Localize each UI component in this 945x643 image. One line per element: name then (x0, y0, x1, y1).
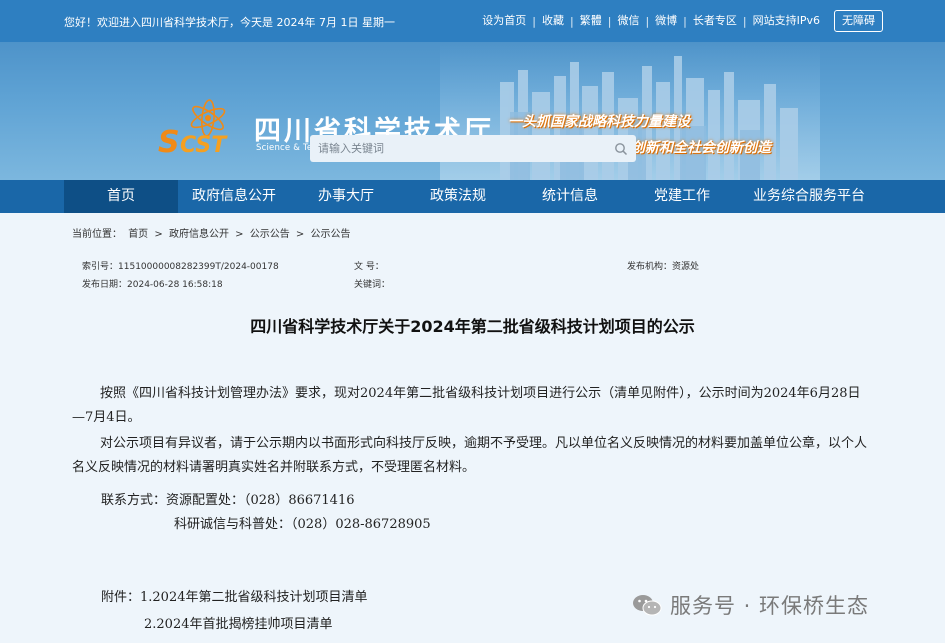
breadcrumb-home[interactable]: 首页 (128, 229, 148, 240)
link-separator: | (645, 14, 650, 28)
meta-org: 发布机构：资源处 (627, 259, 699, 272)
meta-index-label: 索引号： (82, 262, 119, 272)
meta-date-value: 2024-06-28 16:58:18 (127, 280, 223, 290)
attachment-item-1[interactable]: 附件：1.2024年第二批省级科技计划项目清单 (101, 586, 368, 605)
contact-line-1: 联系方式：资源配置处：（028）86671416 (101, 493, 355, 508)
accessibility-button[interactable]: 无障碍 (834, 10, 883, 32)
breadcrumb-sep: > (295, 229, 305, 240)
document-paragraph-1: 按照《四川省科技计划管理办法》要求，现对2024年第二批省级科技计划项目进行公示… (72, 386, 861, 425)
search-icon[interactable] (614, 142, 628, 156)
nav-item-home[interactable]: 首页 (64, 180, 178, 213)
meta-index: 索引号：11510000008282399T/2024-00178 (82, 259, 279, 272)
top-bar: 您好！欢迎进入四川省科学技术厅，今天是 2024年 7月 1日 星期一 设为首页… (0, 0, 945, 42)
breadcrumb-notice[interactable]: 公示公告 (250, 229, 290, 240)
svg-text:S: S (158, 125, 180, 158)
meta-date: 发布日期：2024-06-28 16:58:18 (82, 277, 223, 290)
link-separator: | (607, 14, 612, 28)
svg-text:CST: CST (180, 133, 228, 158)
nav-item-service-hall[interactable]: 办事大厅 (290, 180, 402, 213)
nav-item-service-platform[interactable]: 业务综合服务平台 (738, 180, 880, 213)
link-weibo[interactable]: 微博 (649, 10, 683, 32)
breadcrumb-sep: > (154, 229, 163, 240)
link-elderly[interactable]: 长者专区 (687, 10, 743, 32)
link-separator: | (570, 14, 574, 28)
welcome-text: 您好！欢迎进入四川省科学技术厅，今天是 2024年 7月 1日 星期一 (64, 16, 395, 29)
meta-org-value: 资源处 (672, 262, 700, 272)
top-links: 设为首页 | 收藏 | 繁體 | 微信 | 微博 | 长者专区 | 网站支持IP… (476, 10, 883, 32)
link-separator: | (742, 14, 747, 28)
nav-item-statistics[interactable]: 统计信息 (514, 180, 626, 213)
search-input[interactable] (310, 135, 600, 162)
meta-keywords-label: 关键词： (354, 280, 391, 290)
nav-item-party[interactable]: 党建工作 (626, 180, 738, 213)
meta-keywords: 关键词： (354, 277, 390, 290)
link-ipv6[interactable]: 网站支持IPv6 (747, 10, 826, 32)
contact-line-2: 科研诚信与科普处：（028）028-86728905 (174, 517, 431, 532)
link-favorite[interactable]: 收藏 (536, 10, 570, 32)
meta-docno-label: 文 号： (354, 262, 384, 272)
nav-item-policy[interactable]: 政策法规 (402, 180, 514, 213)
meta-org-label: 发布机构： (627, 262, 673, 272)
link-wechat[interactable]: 微信 (611, 10, 645, 32)
link-separator: | (683, 14, 687, 28)
link-separator: | (532, 14, 537, 28)
link-traditional[interactable]: 繁體 (574, 10, 608, 32)
breadcrumb-label: 当前位置： (72, 229, 122, 240)
breadcrumb-notice-current[interactable]: 公示公告 (310, 229, 350, 240)
watermark-text: 服务号 · 环保桥生态 (670, 594, 870, 618)
search-box (310, 135, 636, 162)
nav-item-gov-info[interactable]: 政府信息公开 (178, 180, 290, 213)
document-paragraph-2: 对公示项目有异议者，请于公示期内以书面形式向科技厅反映，逾期不予受理。凡以单位名… (72, 436, 868, 475)
main-nav: 首页 政府信息公开 办事大厅 政策法规 统计信息 党建工作 业务综合服务平台 (0, 180, 945, 213)
watermark: 服务号 · 环保桥生态 (632, 590, 869, 620)
breadcrumb-sep: > (235, 229, 244, 240)
document-title: 四川省科学技术厅关于2024年第二批省级科技计划项目的公示 (250, 317, 695, 336)
scst-logo-icon: S CST (158, 99, 228, 158)
breadcrumb-gov-info[interactable]: 政府信息公开 (169, 229, 229, 240)
wechat-icon (633, 595, 662, 616)
slogan-line-1: 一头抓国家战略科技力量建设 (508, 114, 690, 130)
meta-index-value: 11510000008282399T/2024-00178 (118, 262, 279, 272)
link-set-homepage[interactable]: 设为首页 (476, 10, 532, 32)
attachment-item-2[interactable]: 2.2024年首批揭榜挂帅项目清单 (144, 613, 333, 632)
content-area: 当前位置： 首页 > 政府信息公开 > 公示公告 > 公示公告 索引号：1151… (0, 213, 945, 643)
breadcrumb: 当前位置： 首页 > 政府信息公开 > 公示公告 > 公示公告 (72, 225, 353, 240)
meta-docno: 文 号： (354, 259, 384, 272)
meta-date-label: 发布日期： (82, 280, 128, 290)
